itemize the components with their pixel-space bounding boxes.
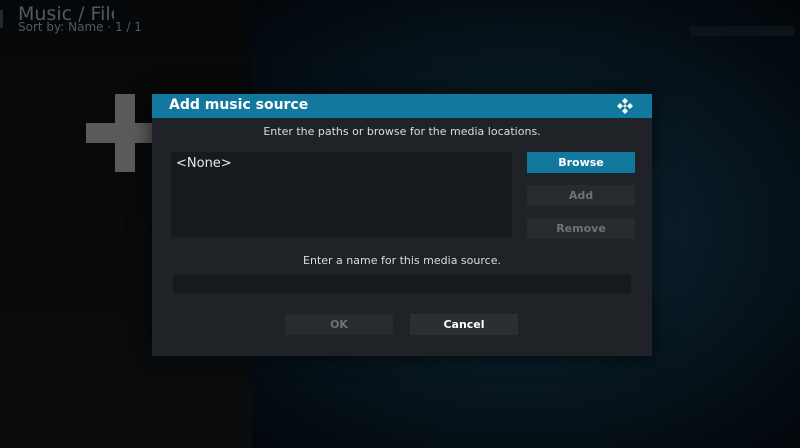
panel-edge bbox=[0, 10, 3, 28]
ok-button[interactable]: OK bbox=[285, 314, 393, 335]
kodi-logo-icon bbox=[617, 98, 633, 114]
browse-button[interactable]: Browse bbox=[527, 152, 635, 173]
top-right-indicator bbox=[690, 26, 794, 36]
dialog-header: Add music source bbox=[152, 94, 652, 118]
add-music-source-dialog: Add music source Enter the paths or brow… bbox=[152, 94, 652, 356]
source-name-label: Enter a name for this media source. bbox=[303, 254, 501, 267]
path-item[interactable]: <None> bbox=[176, 156, 232, 171]
cancel-button[interactable]: Cancel bbox=[410, 314, 518, 335]
media-paths-list[interactable]: <None> bbox=[171, 152, 512, 237]
dialog-title: Add music source bbox=[169, 97, 309, 113]
sort-indicator: Sort by: Name · 1 / 1 bbox=[18, 20, 142, 34]
source-name-input[interactable] bbox=[173, 275, 631, 293]
add-button[interactable]: Add bbox=[527, 185, 635, 206]
kodi-screen: Music / Files Sort by: Name · 1 / 1 Add … bbox=[0, 0, 800, 448]
instructions-text: Enter the paths or browse for the media … bbox=[263, 125, 541, 138]
remove-button[interactable]: Remove bbox=[527, 218, 635, 239]
